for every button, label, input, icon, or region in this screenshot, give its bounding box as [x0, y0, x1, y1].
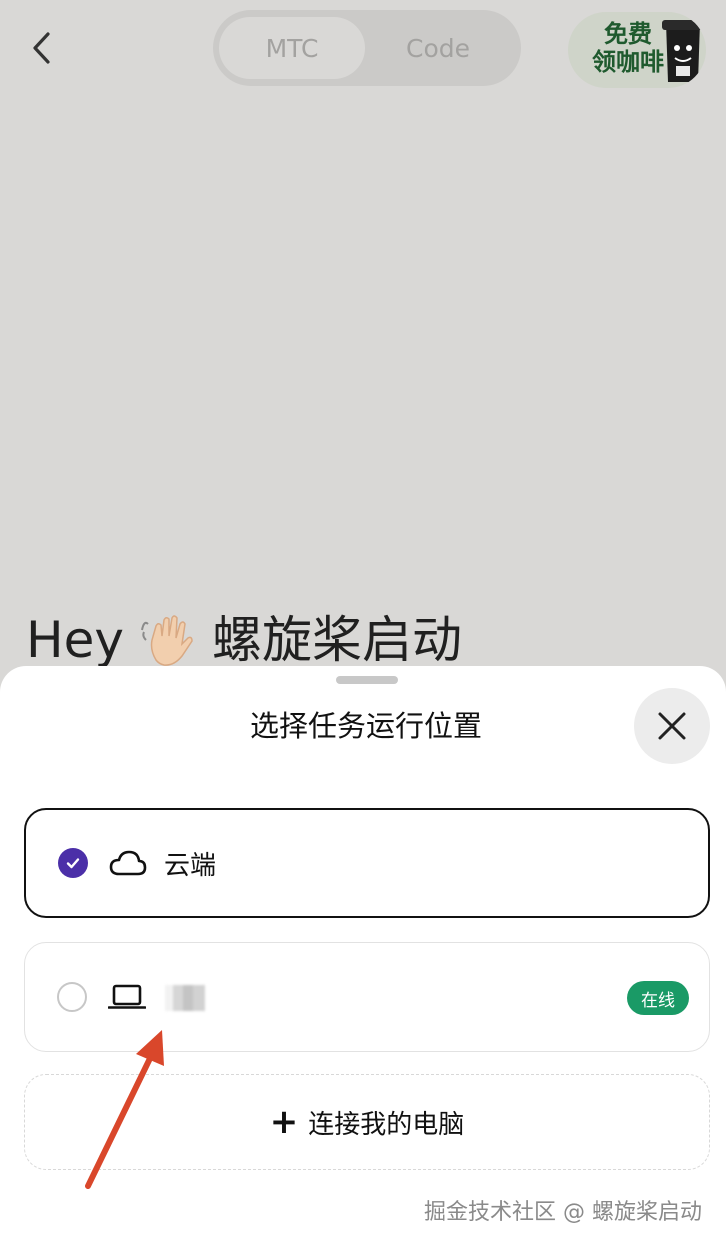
background-page: MTC Code 免费 领咖啡 Hey 螺旋桨启动 — [0, 0, 726, 700]
connect-computer-button[interactable]: + 连接我的电脑 — [24, 1074, 710, 1170]
greeting-title: Hey 螺旋桨启动 — [26, 608, 462, 672]
option-my-computer[interactable]: 在线 — [24, 942, 710, 1052]
option-cloud-label: 云端 — [164, 850, 217, 881]
free-coffee-promo[interactable]: 免费 领咖啡 — [568, 12, 706, 88]
close-button[interactable] — [634, 688, 710, 764]
radio-checked[interactable] — [58, 848, 88, 878]
greeting-name: 螺旋桨启动 — [211, 611, 462, 669]
tab-code[interactable]: Code — [365, 17, 511, 79]
close-icon — [658, 712, 686, 740]
tab-mtc[interactable]: MTC — [219, 17, 365, 79]
check-icon — [66, 858, 80, 869]
location-picker-sheet: 选择任务运行位置 云端 在线 + 连接我的电脑 — [0, 666, 726, 1246]
watermark: 掘金技术社区 @ 螺旋桨启动 — [424, 1200, 702, 1225]
greeting-prefix: Hey — [26, 611, 124, 669]
waving-hand-icon — [140, 615, 193, 666]
option-cloud[interactable]: 云端 — [24, 808, 710, 918]
sheet-title: 选择任务运行位置 — [249, 709, 482, 743]
cloud-icon — [108, 843, 148, 883]
laptop-icon — [107, 977, 147, 1017]
online-status-badge: 在线 — [627, 981, 689, 1015]
coffee-cup-icon — [662, 20, 704, 82]
plus-icon: + — [269, 1102, 299, 1142]
chevron-left-icon — [33, 32, 50, 64]
sheet-grabber[interactable] — [336, 676, 398, 684]
redacted-device-name — [165, 985, 205, 1011]
back-button[interactable] — [22, 28, 62, 68]
mode-switch: MTC Code — [213, 10, 521, 86]
connect-computer-label: 连接我的电脑 — [308, 1109, 465, 1140]
radio-unchecked[interactable] — [57, 982, 87, 1012]
